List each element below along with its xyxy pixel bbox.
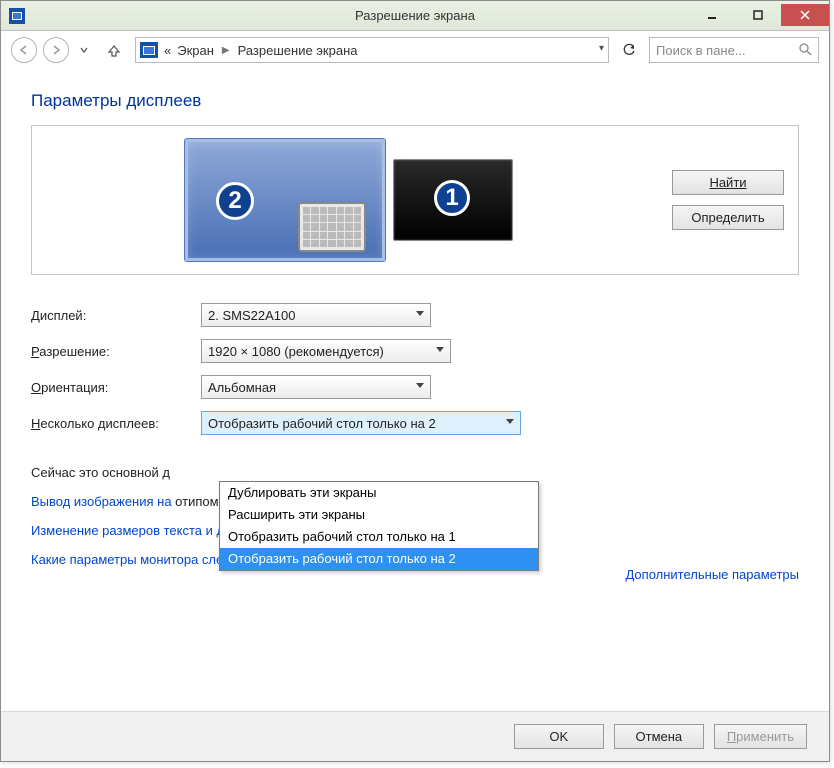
window-title: Разрешение экрана [1,8,829,23]
display-icon [140,42,158,58]
dropdown-option-only1[interactable]: Отобразить рабочий стол только на 1 [220,526,538,548]
monitor-preview[interactable]: 2 1 [46,139,652,261]
multi-display-dropdown[interactable]: Дублировать эти экраны Расширить эти экр… [219,481,539,571]
window: Разрешение экрана « Экран ▶ Разрешение э… [0,0,830,762]
address-bar[interactable]: « Экран ▶ Разрешение экрана ▾ [135,37,609,63]
breadcrumb-resolution[interactable]: Разрешение экрана [238,43,358,58]
chevron-down-icon [436,347,444,352]
monitor-2[interactable]: 2 [185,139,385,261]
multi-display-combo[interactable]: Отобразить рабочий стол только на 2 [201,411,521,435]
dropdown-option-duplicate[interactable]: Дублировать эти экраны [220,482,538,504]
footer: OK Отмена Применить [1,711,829,761]
resolution-label: Разрешение: [31,344,201,359]
display-side-buttons: Найти Определить [672,170,784,230]
orientation-combo[interactable]: Альбомная [201,375,431,399]
history-dropdown[interactable] [75,37,93,63]
chevron-down-icon [506,419,514,424]
display-combo[interactable]: 2. SMS22A100 [201,303,431,327]
monitor-1-number: 1 [434,180,470,216]
back-button[interactable] [11,37,37,63]
display-arrangement: 2 1 Найти Определить [31,125,799,275]
monitor-1[interactable]: 1 [393,159,513,241]
chevron-down-icon [416,383,424,388]
identify-button[interactable]: Определить [672,205,784,230]
cancel-button[interactable]: Отмена [614,724,704,749]
detect-button[interactable]: Найти [672,170,784,195]
primary-display-status: Сейчас это основной д [31,465,799,480]
address-dropdown-icon[interactable]: ▾ [599,43,604,54]
navbar: « Экран ▶ Разрешение экрана ▾ Поиск в па… [1,31,829,69]
orientation-label: Ориентация: [31,380,201,395]
dropdown-option-only2[interactable]: Отобразить рабочий стол только на 2 [220,548,538,570]
dropdown-option-extend[interactable]: Расширить эти экраны [220,504,538,526]
project-link[interactable]: Вывод изображения на [31,494,175,509]
search-input[interactable]: Поиск в пане... [649,37,819,63]
breadcrumb-screen[interactable]: Экран [177,43,214,58]
resolution-combo[interactable]: 1920 × 1080 (рекомендуется) [201,339,451,363]
calendar-grid-icon [298,202,366,252]
advanced-settings-row: Дополнительные параметры [625,567,799,582]
monitor-2-number: 2 [216,182,254,220]
search-icon [798,42,814,61]
multi-display-label: Несколько дисплеев: [31,416,201,431]
breadcrumb-root: « [164,43,171,58]
up-button[interactable] [103,39,125,61]
chevron-right-icon: ▶ [220,45,232,56]
display-label: Дисплей: [31,308,201,323]
search-placeholder: Поиск в пане... [656,43,746,58]
apply-button[interactable]: Применить [714,724,807,749]
refresh-button[interactable] [615,37,643,63]
advanced-settings-link[interactable]: Дополнительные параметры [625,567,799,582]
ok-button[interactable]: OK [514,724,604,749]
chevron-down-icon [416,311,424,316]
titlebar: Разрешение экрана [1,1,829,31]
content: Параметры дисплеев 2 1 [1,69,829,711]
page-title: Параметры дисплеев [31,91,799,111]
forward-button[interactable] [43,37,69,63]
